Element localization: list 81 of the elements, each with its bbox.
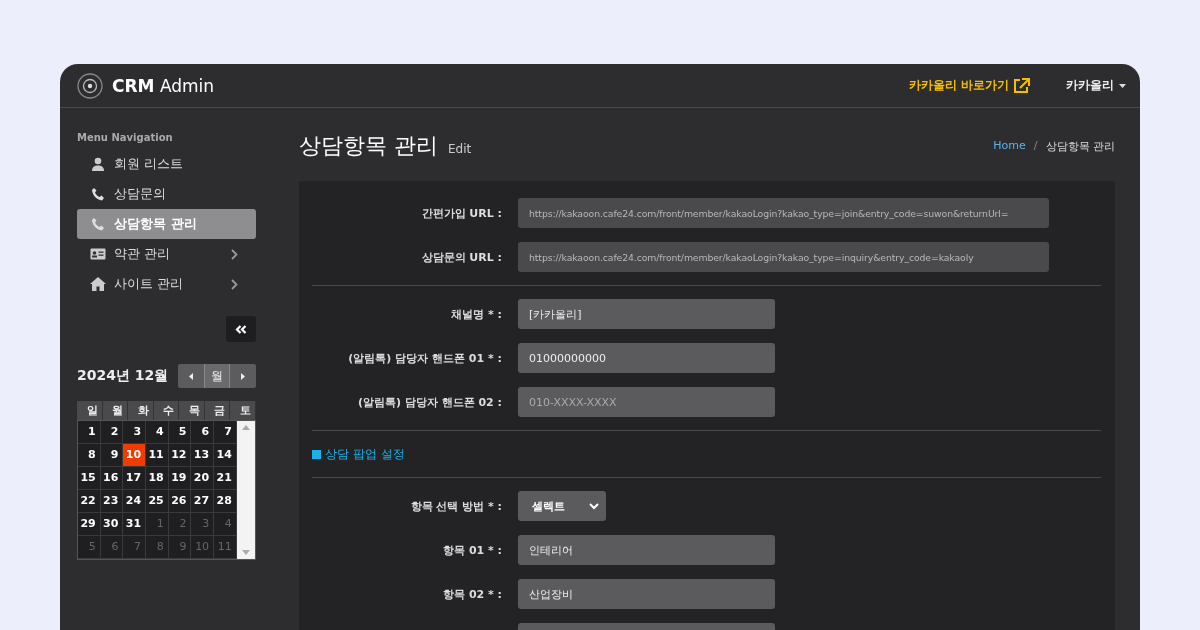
input-field[interactable]: [카카올리]: [518, 299, 775, 329]
target-logo-icon: [77, 72, 103, 99]
id-card-icon: [90, 248, 106, 260]
field-label: 항목 01 * :: [442, 542, 503, 558]
chevron-down-icon: [589, 502, 599, 510]
weekday-label: 일: [77, 401, 103, 420]
input-field[interactable]: 01000000000: [518, 343, 775, 373]
field-label: 채널명 * :: [450, 306, 503, 322]
weekday-label: 목: [179, 401, 205, 420]
left-triangle-icon: [189, 372, 193, 380]
breadcrumb-separator: /: [1033, 138, 1038, 154]
square-bullet-icon: [312, 449, 321, 459]
calendar-day[interactable]: 15: [78, 467, 101, 490]
calendar-day[interactable]: 29: [78, 513, 101, 536]
weekday-label: 금: [204, 401, 231, 420]
calendar-day[interactable]: 31: [123, 513, 147, 536]
calendar-day[interactable]: 19: [168, 467, 192, 490]
calendar-day[interactable]: 16: [100, 467, 124, 490]
field-label: (알림톡) 담당자 핸드폰 02 :: [356, 394, 503, 410]
calendar-day[interactable]: 4: [146, 421, 169, 444]
calendar-day[interactable]: 10: [123, 444, 147, 467]
caret-icon: [1119, 83, 1126, 88]
calendar-day[interactable]: 14: [214, 444, 237, 467]
weekday-label: 토: [230, 401, 256, 420]
phone-icon: [90, 187, 106, 201]
calendar-day[interactable]: 5: [168, 421, 192, 444]
page-title: 상담항목 관리: [299, 132, 438, 160]
field-label: 항목 선택 방법 * :: [409, 498, 503, 514]
scroll-up-icon: [241, 425, 250, 430]
calendar-day[interactable]: 22: [78, 490, 101, 513]
section-heading: 상담 팝업 설정: [325, 445, 405, 463]
right-triangle-icon: [241, 372, 245, 380]
menu-heading: Menu Navigation: [77, 132, 174, 143]
page-subtitle: Edit: [448, 142, 472, 156]
calendar-day[interactable]: 21: [214, 467, 237, 490]
sidebar-item[interactable]: 상담문의: [77, 179, 256, 209]
field-label: 간편가입 URL :: [420, 205, 503, 221]
weekday-label: 월: [102, 401, 129, 420]
breadcrumb-link[interactable]: Home: [993, 138, 1026, 154]
calendar-day[interactable]: 2: [100, 421, 124, 444]
calendar-day[interactable]: 17: [123, 467, 147, 490]
calendar-title: 2024년 12월: [77, 367, 169, 385]
calendar-day[interactable]: 18: [146, 467, 169, 490]
shortcut-link[interactable]: 카카올리 바로가기: [908, 77, 1030, 94]
calendar-day[interactable]: 6: [191, 421, 215, 444]
home-icon: [90, 277, 106, 291]
field-label: 상담문의 URL :: [420, 249, 503, 265]
calendar-day[interactable]: 1: [78, 421, 101, 444]
calendar-day[interactable]: 7: [214, 421, 237, 444]
month-view-button[interactable]: 월: [204, 364, 230, 388]
person-icon: [90, 157, 106, 171]
scroll-down-icon: [241, 550, 250, 555]
calendar-day[interactable]: 30: [100, 513, 124, 536]
phone-icon: [90, 217, 106, 231]
input-field[interactable]: 인테리어: [518, 535, 775, 565]
calendar-day[interactable]: 28: [214, 490, 237, 513]
double-chevron-left-icon: [235, 324, 247, 334]
calendar-day[interactable]: 20: [191, 467, 215, 490]
collapse-sidebar-button[interactable]: [226, 316, 256, 342]
sidebar-item[interactable]: 사이트 관리: [77, 269, 256, 299]
input-field[interactable]: 산업장비: [518, 579, 775, 609]
user-menu[interactable]: 카카올리: [1066, 77, 1126, 94]
calendar-day[interactable]: 8: [78, 444, 101, 467]
calendar-day[interactable]: 25: [146, 490, 169, 513]
sidebar-item[interactable]: 회원 리스트: [77, 149, 256, 179]
calendar-day[interactable]: 26: [168, 490, 192, 513]
weekday-label: 화: [128, 401, 154, 420]
field-label: 항목 02 * :: [442, 586, 503, 602]
sidebar-item[interactable]: 약관 관리: [77, 239, 256, 269]
calendar-day[interactable]: 23: [100, 490, 124, 513]
external-link-icon: [1013, 78, 1030, 93]
field-label: (알림톡) 담당자 핸드폰 01 * :: [347, 350, 503, 366]
calendar-day[interactable]: 27: [191, 490, 215, 513]
calendar-day[interactable]: 24: [123, 490, 147, 513]
brand-title: CRM Admin: [112, 75, 215, 96]
calendar-day[interactable]: 13: [191, 444, 215, 467]
calendar-day[interactable]: 12: [168, 444, 192, 467]
breadcrumb-current: 상담항목 관리: [1045, 138, 1115, 154]
select-field[interactable]: 셀렉트: [518, 491, 606, 521]
weekday-label: 수: [153, 401, 180, 420]
calendar-day[interactable]: 11: [146, 444, 169, 467]
